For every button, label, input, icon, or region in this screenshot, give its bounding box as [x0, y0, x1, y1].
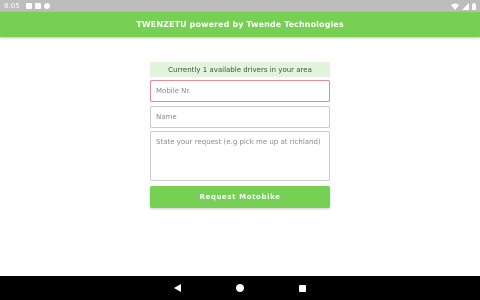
back-icon[interactable]	[174, 284, 181, 292]
wifi-icon	[451, 3, 459, 10]
name-placeholder: Name	[156, 113, 177, 121]
name-input[interactable]: Name	[150, 106, 330, 128]
notification-icon	[34, 3, 41, 9]
recents-icon[interactable]	[299, 284, 306, 292]
battery-icon	[472, 2, 476, 10]
status-left-icons	[25, 3, 50, 9]
request-motobike-button[interactable]: Request Motobike	[150, 186, 330, 208]
notification-icon	[43, 3, 50, 9]
request-motobike-label: Request Motobike	[199, 193, 281, 201]
availability-banner: Currently 1 available drivers in your ar…	[150, 62, 330, 77]
request-textarea[interactable]: State your request (e.g pick me up at ri…	[150, 131, 330, 181]
request-placeholder: State your request (e.g pick me up at ri…	[156, 138, 321, 146]
status-time: 8:05	[4, 2, 20, 10]
mobile-number-placeholder: Mobile Nr.	[156, 87, 191, 95]
app-bar: TWENZETU powered by Twende Technologies	[0, 12, 480, 37]
mobile-number-input[interactable]: Mobile Nr.	[150, 80, 330, 102]
request-form: Currently 1 available drivers in your ar…	[150, 62, 330, 208]
status-bar: 8:05	[0, 0, 480, 12]
app-title: TWENZETU powered by Twende Technologies	[136, 20, 344, 29]
status-right-icons	[451, 2, 476, 10]
notification-icon	[25, 3, 32, 9]
home-icon[interactable]	[236, 284, 244, 292]
navigation-bar	[0, 276, 480, 300]
signal-icon	[462, 2, 469, 10]
